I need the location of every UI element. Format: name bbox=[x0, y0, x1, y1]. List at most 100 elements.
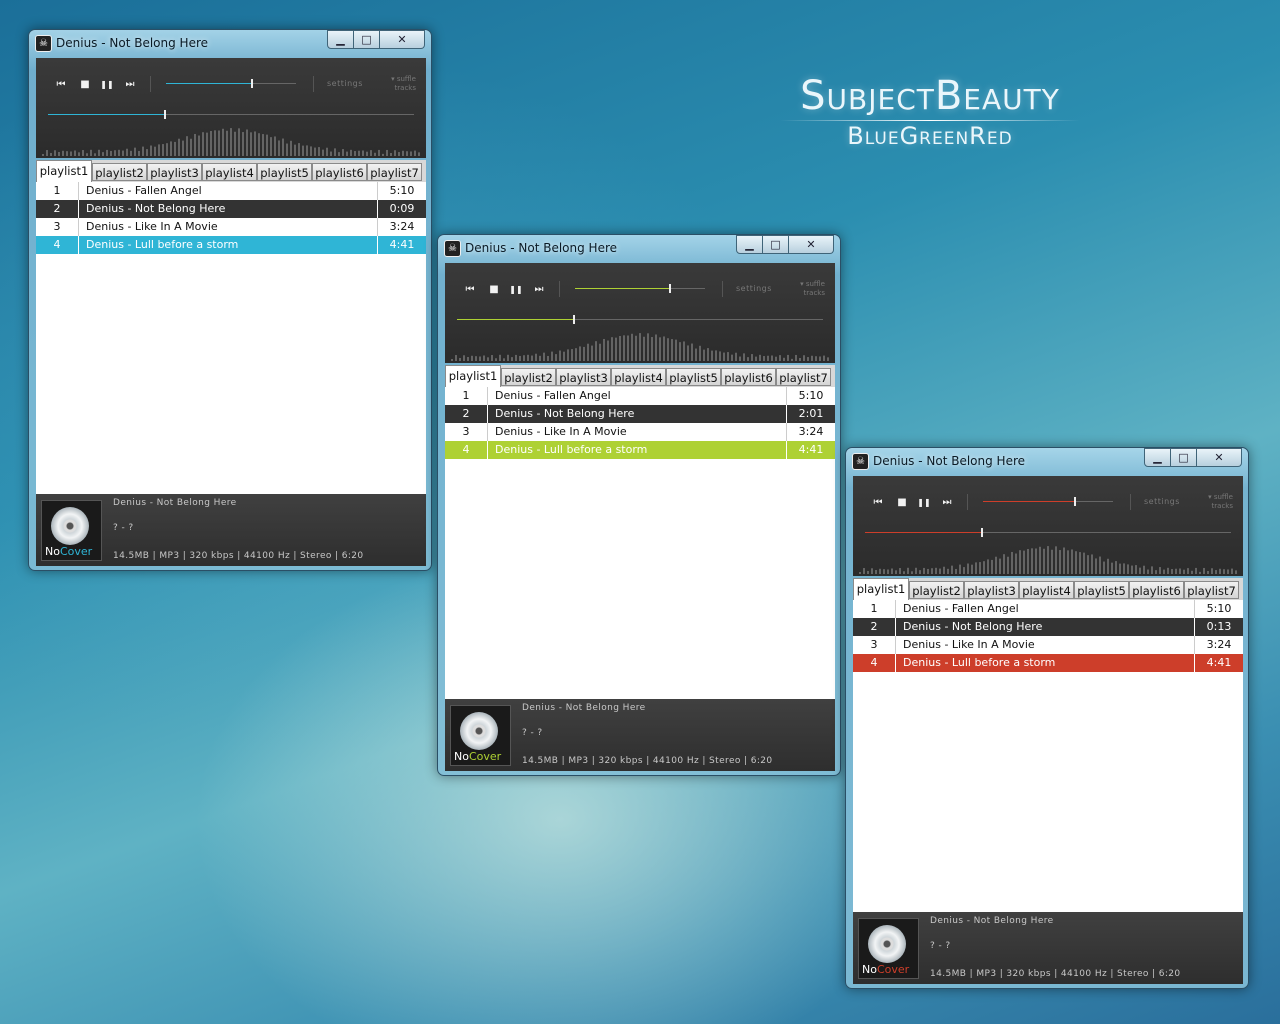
shuffle-tracks-button[interactable]: ▾ suffle tracks bbox=[378, 75, 416, 93]
pause-icon[interactable]: ❚❚ bbox=[100, 78, 114, 92]
shuffle-tracks-button[interactable]: ▾ suffle tracks bbox=[787, 280, 825, 298]
now-playing-panel: NoCover Denius - Not Belong Here ? - ? 1… bbox=[853, 912, 1243, 984]
seek-bar[interactable] bbox=[457, 315, 823, 324]
tracks-label: tracks bbox=[1211, 502, 1233, 510]
tab-playlist4[interactable]: playlist4 bbox=[1019, 581, 1074, 599]
tab-playlist5[interactable]: playlist5 bbox=[1074, 581, 1129, 599]
tab-playlist4[interactable]: playlist4 bbox=[202, 163, 257, 181]
tab-playlist2[interactable]: playlist2 bbox=[909, 581, 964, 599]
seek-knob[interactable] bbox=[164, 110, 167, 119]
close-button[interactable]: ✕ bbox=[380, 30, 425, 49]
stop-icon[interactable]: ■ bbox=[487, 283, 501, 297]
tab-playlist6[interactable]: playlist6 bbox=[312, 163, 367, 181]
volume-knob[interactable] bbox=[250, 79, 253, 88]
table-row[interactable]: 3 Denius - Like In A Movie 3:24 bbox=[36, 218, 426, 236]
tab-playlist6[interactable]: playlist6 bbox=[721, 368, 776, 386]
table-row[interactable]: 1 Denius - Fallen Angel 5:10 bbox=[36, 182, 426, 200]
seek-knob[interactable] bbox=[573, 315, 576, 324]
tab-playlist2[interactable]: playlist2 bbox=[501, 368, 556, 386]
tab-playlist1[interactable]: playlist1 bbox=[853, 578, 909, 600]
minimize-button[interactable]: ▁ bbox=[1144, 448, 1171, 467]
spectrum-bar bbox=[943, 566, 945, 574]
tab-playlist1[interactable]: playlist1 bbox=[445, 365, 501, 387]
tab-playlist1[interactable]: playlist1 bbox=[36, 160, 92, 182]
previous-icon[interactable]: ⏮ bbox=[463, 283, 477, 297]
seek-bar[interactable] bbox=[865, 528, 1231, 537]
tab-playlist2[interactable]: playlist2 bbox=[92, 163, 147, 181]
maximize-button[interactable]: □ bbox=[354, 30, 380, 49]
app-skull-icon[interactable]: ☠ bbox=[35, 35, 52, 52]
shuffle-tracks-button[interactable]: ▾ suffle tracks bbox=[1195, 493, 1233, 511]
seek-bar[interactable] bbox=[48, 110, 414, 119]
tab-playlist3[interactable]: playlist3 bbox=[556, 368, 611, 386]
spectrum-bar bbox=[218, 130, 220, 156]
close-button[interactable]: ✕ bbox=[1197, 448, 1242, 467]
tab-playlist7[interactable]: playlist7 bbox=[776, 368, 831, 386]
spectrum-bar bbox=[1203, 567, 1205, 574]
spectrum-bar bbox=[1143, 565, 1145, 574]
tab-playlist3[interactable]: playlist3 bbox=[147, 163, 202, 181]
tab-playlist7[interactable]: playlist7 bbox=[367, 163, 422, 181]
table-row[interactable]: 3 Denius - Like In A Movie 3:24 bbox=[445, 423, 835, 441]
table-row[interactable]: 4 Denius - Lull before a storm 4:41 bbox=[445, 441, 835, 459]
app-skull-icon[interactable]: ☠ bbox=[852, 453, 869, 470]
volume-slider[interactable] bbox=[983, 497, 1113, 506]
maximize-button[interactable]: □ bbox=[763, 235, 789, 254]
tab-playlist5[interactable]: playlist5 bbox=[257, 163, 312, 181]
volume-slider[interactable] bbox=[575, 284, 705, 293]
tab-playlist6[interactable]: playlist6 bbox=[1129, 581, 1184, 599]
previous-icon[interactable]: ⏮ bbox=[54, 78, 68, 92]
pause-icon[interactable]: ❚❚ bbox=[509, 283, 523, 297]
spectrum-bar bbox=[62, 150, 64, 156]
tab-playlist7[interactable]: playlist7 bbox=[1184, 581, 1239, 599]
divider bbox=[313, 76, 314, 92]
table-row[interactable]: 4 Denius - Lull before a storm 4:41 bbox=[36, 236, 426, 254]
spectrum-bar bbox=[158, 144, 160, 156]
app-skull-icon[interactable]: ☠ bbox=[444, 240, 461, 257]
player-window-2: ☠ Denius - Not Belong Here ▁ □ ✕ ⏮ ■ ❚❚ … bbox=[437, 234, 841, 776]
settings-button[interactable]: settings bbox=[736, 284, 772, 293]
volume-slider[interactable] bbox=[166, 79, 296, 88]
title-bar[interactable]: ☠ Denius - Not Belong Here ▁ □ ✕ bbox=[438, 235, 840, 261]
minimize-button[interactable]: ▁ bbox=[736, 235, 763, 254]
table-row[interactable]: 2 Denius - Not Belong Here 0:09 bbox=[36, 200, 426, 218]
volume-fill bbox=[575, 288, 670, 289]
table-row[interactable]: 1 Denius - Fallen Angel 5:10 bbox=[445, 387, 835, 405]
volume-knob[interactable] bbox=[1074, 497, 1077, 506]
minimize-button[interactable]: ▁ bbox=[327, 30, 354, 49]
volume-knob[interactable] bbox=[668, 284, 671, 293]
seek-knob[interactable] bbox=[981, 528, 984, 537]
table-row[interactable]: 2 Denius - Not Belong Here 2:01 bbox=[445, 405, 835, 423]
tab-playlist5[interactable]: playlist5 bbox=[666, 368, 721, 386]
spectrum-bar bbox=[539, 355, 541, 361]
spectrum-bar bbox=[903, 571, 905, 574]
spectrum-bar bbox=[134, 147, 136, 156]
spectrum-bar bbox=[451, 358, 453, 361]
settings-button[interactable]: settings bbox=[1144, 497, 1180, 506]
next-icon[interactable]: ⏭ bbox=[940, 496, 954, 510]
tab-playlist3[interactable]: playlist3 bbox=[964, 581, 1019, 599]
spectrum-bar bbox=[647, 333, 649, 361]
track-duration: 4:41 bbox=[1206, 656, 1232, 669]
close-button[interactable]: ✕ bbox=[789, 235, 834, 254]
title-bar[interactable]: ☠ Denius - Not Belong Here ▁ □ ✕ bbox=[846, 448, 1248, 474]
stop-icon[interactable]: ■ bbox=[78, 78, 92, 92]
table-row[interactable]: 3 Denius - Like In A Movie 3:24 bbox=[853, 636, 1243, 654]
table-row[interactable]: 1 Denius - Fallen Angel 5:10 bbox=[853, 600, 1243, 618]
next-icon[interactable]: ⏭ bbox=[532, 283, 546, 297]
title-bar[interactable]: ☠ Denius - Not Belong Here ▁ □ ✕ bbox=[29, 30, 431, 56]
previous-icon[interactable]: ⏮ bbox=[871, 496, 885, 510]
table-row[interactable]: 4 Denius - Lull before a storm 4:41 bbox=[853, 654, 1243, 672]
table-row[interactable]: 2 Denius - Not Belong Here 0:13 bbox=[853, 618, 1243, 636]
spectrum-bar bbox=[1207, 570, 1209, 574]
spectrum-bar bbox=[94, 153, 96, 156]
spectrum-bar bbox=[711, 350, 713, 361]
no-cover-label: NoCover bbox=[862, 963, 909, 976]
tab-playlist4[interactable]: playlist4 bbox=[611, 368, 666, 386]
stop-icon[interactable]: ■ bbox=[895, 496, 909, 510]
next-icon[interactable]: ⏭ bbox=[123, 78, 137, 92]
settings-button[interactable]: settings bbox=[327, 79, 363, 88]
pause-icon[interactable]: ❚❚ bbox=[917, 496, 931, 510]
maximize-button[interactable]: □ bbox=[1171, 448, 1197, 467]
album-cover: NoCover bbox=[41, 500, 102, 561]
